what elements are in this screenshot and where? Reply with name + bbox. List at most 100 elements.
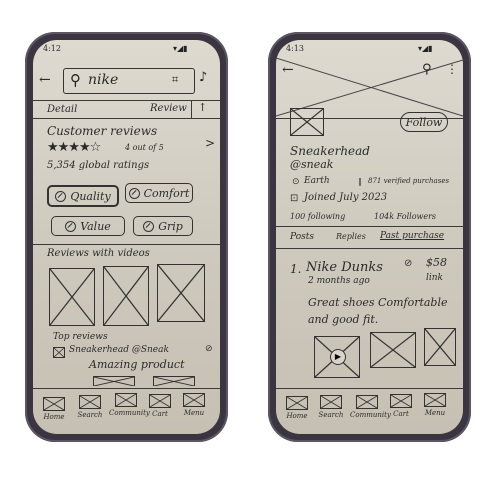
- nav-label: Cart: [393, 410, 409, 418]
- nav-community[interactable]: Community: [109, 393, 150, 417]
- cart-icon: [149, 394, 171, 408]
- post-video[interactable]: ▶: [314, 336, 360, 378]
- search-icon: ⚲: [70, 71, 81, 89]
- profile-following[interactable]: 100 following: [290, 212, 345, 221]
- tab-replies[interactable]: Replies: [336, 232, 366, 241]
- tab-review[interactable]: Review: [150, 103, 187, 114]
- currency-icon: ⊘: [404, 258, 413, 269]
- divider: [276, 248, 463, 249]
- community-icon: [115, 393, 137, 407]
- review-image[interactable]: [153, 376, 195, 386]
- post-image[interactable]: [424, 328, 456, 366]
- profile-avatar[interactable]: [290, 108, 324, 136]
- chip-label: Comfort: [143, 186, 190, 200]
- chip-label: Value: [80, 219, 111, 233]
- back-arrow-icon[interactable]: ←: [39, 72, 51, 88]
- status-icons: ▾◢▮: [418, 44, 433, 53]
- profile-location: Earth: [304, 176, 330, 186]
- nav-menu[interactable]: Menu: [418, 393, 452, 417]
- nav-cart[interactable]: Cart: [143, 394, 177, 418]
- home-icon: [286, 396, 308, 410]
- search-bar[interactable]: ⚲ nike ⌗: [63, 68, 195, 94]
- divider: [33, 244, 220, 245]
- check-icon: [143, 220, 155, 232]
- nav-label: Menu: [183, 409, 205, 417]
- screen-left: 4:12 ▾◢▮ ← ⚲ nike ⌗ ♪ Detail Review ↑ Cu…: [33, 40, 220, 434]
- nav-home[interactable]: Home: [280, 396, 314, 420]
- profile-followers[interactable]: 104k Followers: [374, 212, 436, 221]
- chip-value[interactable]: Value: [51, 216, 125, 236]
- star-rating: ★★★★☆: [47, 140, 101, 155]
- divider: [33, 388, 220, 389]
- post-time: 2 months ago: [308, 276, 370, 286]
- videos-title: Reviews with videos: [47, 248, 150, 259]
- video-thumbnail[interactable]: [103, 266, 149, 326]
- post-text-line1: Great shoes Comfortable: [308, 296, 448, 309]
- divider: [276, 388, 463, 389]
- purchases-icon: ∥: [358, 177, 362, 186]
- nav-menu[interactable]: Menu: [177, 393, 211, 417]
- back-arrow-icon[interactable]: ←: [282, 62, 294, 78]
- status-time: 4:12: [43, 44, 61, 53]
- phone-left: 4:12 ▾◢▮ ← ⚲ nike ⌗ ♪ Detail Review ↑ Cu…: [25, 32, 228, 442]
- nav-community[interactable]: Community: [350, 395, 391, 419]
- phone-right: 4:13 ▾◢▮ ← ⚲ ⋮ Follow Sneakerhead @sneak…: [268, 32, 471, 442]
- profile-joined: Joined July 2023: [304, 192, 388, 203]
- nav-cart[interactable]: Cart: [384, 394, 418, 418]
- search-input[interactable]: nike: [88, 72, 118, 88]
- nav-label: Cart: [152, 410, 168, 418]
- nav-label: Search: [77, 411, 103, 419]
- video-thumbnail[interactable]: [157, 264, 205, 322]
- post-index: 1.: [290, 262, 302, 276]
- profile-handle: @sneak: [290, 158, 334, 171]
- tab-detail[interactable]: Detail: [47, 104, 77, 115]
- rating-text: 4 out of 5: [125, 143, 164, 152]
- nav-label: Home: [43, 413, 65, 421]
- play-icon[interactable]: ▶: [330, 349, 346, 365]
- chip-label: Quality: [70, 189, 111, 203]
- post-image[interactable]: [370, 332, 416, 368]
- chip-quality[interactable]: Quality: [47, 185, 119, 207]
- reviewer-avatar: [53, 347, 65, 358]
- menu-icon: [183, 393, 205, 407]
- more-options-icon[interactable]: ⋮: [446, 62, 458, 76]
- video-thumbnail[interactable]: [49, 268, 95, 326]
- search-icon: [320, 395, 342, 409]
- cart-icon: [390, 394, 412, 408]
- check-icon: [128, 187, 140, 199]
- chip-grip[interactable]: Grip: [133, 216, 193, 236]
- nav-label: Community: [109, 409, 150, 417]
- menu-icon: [424, 393, 446, 407]
- scroll-up-icon[interactable]: ↑: [198, 101, 207, 114]
- nav-label: Home: [286, 412, 308, 420]
- nav-label: Search: [318, 411, 344, 419]
- reviews-chevron-icon[interactable]: >: [205, 136, 215, 150]
- calendar-icon: ⊡: [290, 193, 299, 204]
- camera-scan-icon[interactable]: ⌗: [172, 73, 178, 87]
- reviews-title: Customer reviews: [47, 124, 158, 138]
- nav-home[interactable]: Home: [37, 397, 71, 421]
- post-text-line2: and good fit.: [308, 313, 379, 326]
- reviewer-name[interactable]: Sneakerhead @Sneak: [69, 345, 169, 355]
- review-image[interactable]: [93, 376, 135, 386]
- profile-name: Sneakerhead: [290, 144, 370, 158]
- post-price: $58: [426, 256, 447, 269]
- nav-label: Menu: [424, 409, 446, 417]
- follow-button[interactable]: Follow: [400, 112, 448, 132]
- chip-comfort[interactable]: Comfort: [125, 183, 193, 203]
- nav-search[interactable]: Search: [314, 395, 348, 419]
- status-icons: ▾◢▮: [173, 44, 188, 53]
- location-icon: ⊙: [292, 177, 300, 187]
- verified-check-icon: ⊘: [205, 344, 213, 354]
- tab-past-purchase[interactable]: Past purchase: [380, 231, 444, 241]
- post-title[interactable]: Nike Dunks: [306, 260, 383, 275]
- tab-posts[interactable]: Posts: [290, 232, 314, 242]
- home-icon: [43, 397, 65, 411]
- search-icon[interactable]: ⚲: [422, 62, 432, 77]
- search-icon: [79, 395, 101, 409]
- check-icon: [55, 190, 67, 202]
- mic-icon[interactable]: ♪: [199, 70, 207, 85]
- nav-search[interactable]: Search: [73, 395, 107, 419]
- post-link[interactable]: link: [426, 273, 443, 283]
- follow-label: Follow: [405, 115, 443, 129]
